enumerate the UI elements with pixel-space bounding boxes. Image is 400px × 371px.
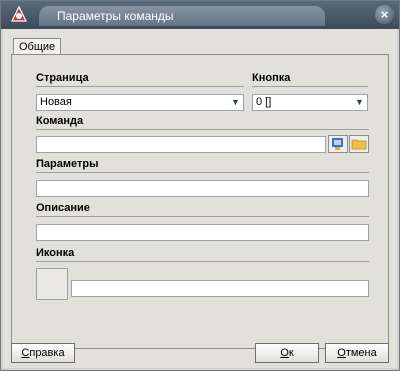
command-input[interactable]: [36, 136, 326, 153]
help-button[interactable]: Справка: [11, 343, 75, 363]
params-input[interactable]: [36, 180, 369, 197]
browse-command-button[interactable]: [328, 135, 348, 153]
tab-general[interactable]: Общие: [13, 38, 62, 55]
close-icon[interactable]: ×: [375, 5, 394, 24]
params-label: Параметры: [36, 158, 99, 170]
title-bar[interactable]: Параметры команды ×: [1, 1, 399, 29]
divider: [36, 261, 369, 262]
divider: [36, 86, 244, 87]
ok-button[interactable]: Ок: [255, 343, 319, 363]
divider: [252, 86, 368, 87]
button-select[interactable]: 0 [] ▼: [252, 94, 368, 111]
divider: [36, 216, 369, 217]
description-label: Описание: [36, 202, 90, 214]
cancel-button[interactable]: Отмена: [325, 343, 389, 363]
app-logo-icon: [11, 5, 27, 22]
icon-path-input[interactable]: [71, 280, 369, 297]
button-select-value: 0 []: [256, 96, 272, 108]
cancel-label: тмена: [345, 347, 377, 359]
page-select[interactable]: Новая ▼: [36, 94, 244, 111]
description-input[interactable]: [36, 224, 369, 241]
dialog-window: Параметры команды × Общие Страница Новая…: [0, 0, 400, 371]
chevron-down-icon[interactable]: ▼: [352, 95, 367, 110]
window-title: Параметры команды: [39, 6, 325, 26]
button-label: Кнопка: [252, 72, 291, 84]
folder-icon: [351, 139, 367, 150]
command-label: Команда: [36, 115, 84, 127]
chevron-down-icon[interactable]: ▼: [228, 95, 243, 110]
help-label: правка: [29, 347, 65, 359]
open-folder-button[interactable]: [349, 135, 369, 153]
ok-label: к: [288, 347, 294, 359]
icon-label: Иконка: [36, 247, 75, 259]
general-panel: Страница Новая ▼ Кнопка 0 [] ▼ Команда П…: [11, 54, 389, 349]
command-picker-icon: [332, 138, 343, 150]
cancel-mnemonic: О: [337, 347, 346, 359]
divider: [36, 172, 369, 173]
icon-preview[interactable]: [36, 268, 68, 300]
page-select-value: Новая: [40, 96, 72, 108]
page-label: Страница: [36, 72, 89, 84]
divider: [36, 129, 369, 130]
ok-mnemonic: О: [280, 347, 289, 359]
dialog-body: Общие Страница Новая ▼ Кнопка 0 [] ▼ Ком…: [3, 29, 397, 368]
